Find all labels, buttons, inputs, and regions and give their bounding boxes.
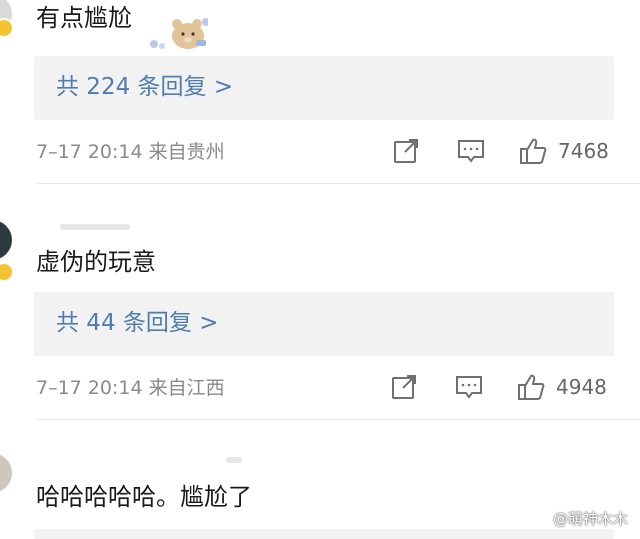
comment-actions: 7468: [0, 136, 640, 170]
comment-item: 哈哈哈哈哈。尴尬了: [0, 425, 640, 539]
watermark: @萌神木木: [552, 510, 628, 528]
comment-text: 哈哈哈哈哈。尴尬了: [36, 483, 252, 511]
comment-actions: 4948: [0, 372, 640, 406]
username-placeholder: [60, 224, 130, 230]
avatar[interactable]: [0, 0, 14, 38]
bear-sticker-icon: [150, 18, 208, 49]
divider: [36, 183, 640, 184]
divider: [36, 419, 640, 420]
view-replies-button[interactable]: [34, 529, 614, 539]
verified-badge-icon: [0, 18, 14, 38]
view-replies-button[interactable]: 共 44 条回复 >: [34, 292, 614, 356]
comment-text: 虚伪的玩意: [36, 248, 156, 276]
reply-count-link[interactable]: 共 224 条回复 >: [56, 70, 233, 104]
avatar[interactable]: [0, 453, 12, 493]
reply-count-link[interactable]: 共 44 条回复 >: [56, 306, 218, 340]
share-icon[interactable]: [389, 372, 419, 402]
like-count: 4948: [556, 375, 607, 399]
like-count: 7468: [558, 139, 609, 163]
username-placeholder: [226, 457, 242, 463]
thumbs-up-icon[interactable]: [516, 372, 546, 402]
comment-icon[interactable]: [454, 372, 484, 402]
share-icon[interactable]: [391, 136, 421, 166]
comment-text: 有点尴尬: [36, 4, 132, 32]
comment-icon[interactable]: [456, 136, 486, 166]
verified-badge-icon: [0, 262, 14, 282]
comment-item: 虚伪的玩意 共 44 条回复 > 7–17 20:14 来自江西 4948: [0, 190, 640, 425]
avatar[interactable]: [0, 220, 14, 282]
view-replies-button[interactable]: 共 224 条回复 >: [34, 56, 614, 120]
thumbs-up-icon[interactable]: [518, 136, 548, 166]
comment-item: 有点尴尬 共 224 条回复 > 7–17 20:14 来自贵州 7468: [0, 0, 640, 190]
